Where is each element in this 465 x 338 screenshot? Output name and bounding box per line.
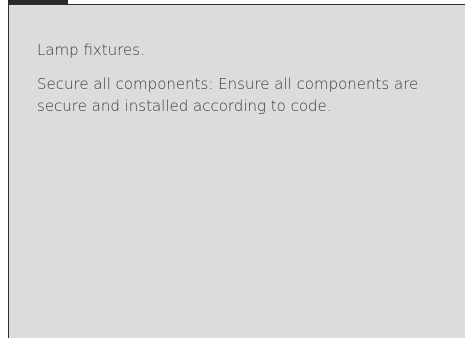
info-panel: Lamp fixtures. Secure all components: En… bbox=[8, 4, 465, 338]
panel-heading: Lamp fixtures. bbox=[37, 41, 145, 59]
panel-body-text: Secure all components: Ensure all compon… bbox=[37, 75, 419, 115]
panel-content: Lamp fixtures. Secure all components: En… bbox=[37, 39, 437, 117]
